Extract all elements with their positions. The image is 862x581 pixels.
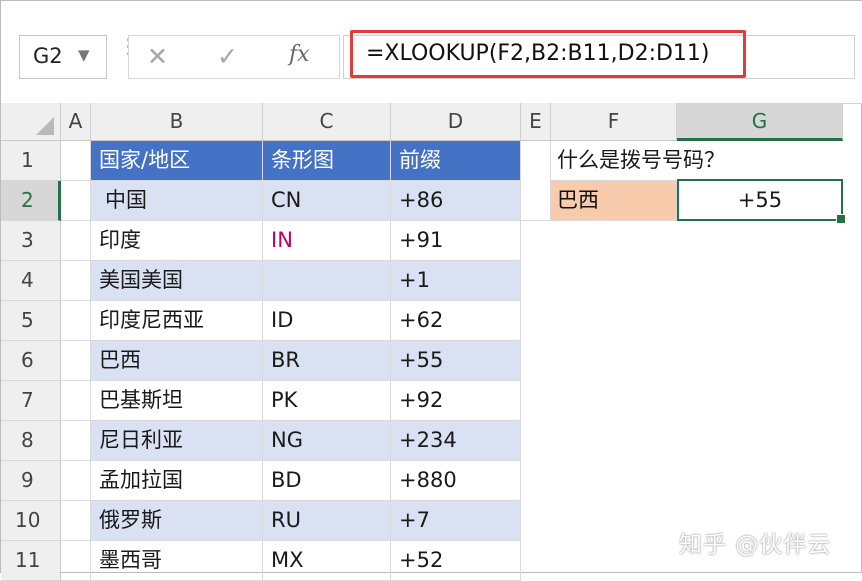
- column-header-d[interactable]: D: [391, 103, 521, 141]
- name-box[interactable]: G2 ▼: [19, 35, 107, 79]
- row-header-7[interactable]: 7: [1, 381, 61, 421]
- cell-a11[interactable]: [61, 541, 91, 581]
- table-cell-country[interactable]: 俄罗斯: [91, 501, 263, 541]
- column-header-a[interactable]: A: [61, 103, 91, 141]
- formula-buttons: ✕ ✓ fx: [128, 35, 340, 79]
- table-cell-code[interactable]: [263, 261, 391, 301]
- table-cell-country[interactable]: 中国: [91, 181, 263, 221]
- column-header-f[interactable]: F: [551, 103, 677, 141]
- table-cell-code[interactable]: IN: [263, 221, 391, 261]
- cell-e2[interactable]: [521, 181, 551, 221]
- row-header-3[interactable]: 3: [1, 221, 61, 261]
- table-cell-country[interactable]: 巴基斯坦: [91, 381, 263, 421]
- table-cell-country[interactable]: 孟加拉国: [91, 461, 263, 501]
- cell-e1[interactable]: [521, 141, 551, 181]
- row-header-2[interactable]: 2: [1, 181, 61, 221]
- select-all-corner[interactable]: [1, 103, 61, 141]
- column-header-e[interactable]: E: [521, 103, 551, 141]
- fill-handle[interactable]: [836, 214, 846, 224]
- table-cell-prefix[interactable]: +91: [391, 221, 521, 261]
- row-header-6[interactable]: 6: [1, 341, 61, 381]
- name-box-value: G2: [33, 44, 63, 68]
- lookup-result-cell[interactable]: +55: [677, 179, 843, 221]
- cell-a6[interactable]: [61, 341, 91, 381]
- cell-a2[interactable]: [61, 181, 91, 221]
- formula-highlight-box: [350, 30, 746, 78]
- chevron-down-icon[interactable]: ▼: [78, 46, 90, 64]
- cell-a9[interactable]: [61, 461, 91, 501]
- cell-a5[interactable]: [61, 301, 91, 341]
- table-cell-code[interactable]: RU: [263, 501, 391, 541]
- cell-a1[interactable]: [61, 141, 91, 181]
- enter-icon[interactable]: ✓: [217, 42, 238, 71]
- table-cell-country[interactable]: 印度: [91, 221, 263, 261]
- watermark-text: 知乎 @伙伴云: [679, 532, 832, 558]
- table-cell-country[interactable]: 印度尼西亚: [91, 301, 263, 341]
- lookup-input-cell[interactable]: 巴西: [551, 181, 677, 221]
- table-cell-prefix[interactable]: +880: [391, 461, 521, 501]
- cell-a3[interactable]: [61, 221, 91, 261]
- table-header-country[interactable]: 国家/地区: [91, 141, 263, 181]
- table-cell-country[interactable]: 巴西: [91, 341, 263, 381]
- table-cell-country[interactable]: 墨西哥: [91, 541, 263, 581]
- cell-a8[interactable]: [61, 421, 91, 461]
- cancel-icon[interactable]: ✕: [147, 42, 168, 71]
- formula-bar: G2 ▼ ⋮ ✕ ✓ fx =XLOOKUP(F2,B2:B11,D2:D11): [1, 1, 862, 104]
- column-header-b[interactable]: B: [91, 103, 263, 141]
- table-cell-code[interactable]: BD: [263, 461, 391, 501]
- table-cell-code[interactable]: ID: [263, 301, 391, 341]
- table-cell-country[interactable]: 尼日利亚: [91, 421, 263, 461]
- table-cell-code[interactable]: CN: [263, 181, 391, 221]
- table-cell-prefix[interactable]: +7: [391, 501, 521, 541]
- table-cell-code[interactable]: PK: [263, 381, 391, 421]
- table-header-code[interactable]: 条形图: [263, 141, 391, 181]
- row-header-4[interactable]: 4: [1, 261, 61, 301]
- column-header-c[interactable]: C: [263, 103, 391, 141]
- table-cell-prefix[interactable]: +52: [391, 541, 521, 581]
- table-cell-prefix[interactable]: +55: [391, 341, 521, 381]
- table-cell-prefix[interactable]: +86: [391, 181, 521, 221]
- row-header-9[interactable]: 9: [1, 461, 61, 501]
- table-cell-code[interactable]: BR: [263, 341, 391, 381]
- table-header-prefix[interactable]: 前缀: [391, 141, 521, 181]
- row-header-11[interactable]: 11: [1, 541, 61, 581]
- table-cell-code[interactable]: NG: [263, 421, 391, 461]
- table-cell-prefix[interactable]: +1: [391, 261, 521, 301]
- cell-a4[interactable]: [61, 261, 91, 301]
- table-cell-prefix[interactable]: +234: [391, 421, 521, 461]
- lookup-question[interactable]: 什么是拨号号码？: [551, 141, 843, 181]
- insert-function-icon[interactable]: fx: [289, 42, 310, 67]
- table-cell-prefix[interactable]: +92: [391, 381, 521, 421]
- row-header-8[interactable]: 8: [1, 421, 61, 461]
- table-cell-country[interactable]: 美国美国: [91, 261, 263, 301]
- row-header-1[interactable]: 1: [1, 141, 61, 181]
- column-header-g[interactable]: G: [677, 103, 843, 141]
- row-header-5[interactable]: 5: [1, 301, 61, 341]
- table-cell-code[interactable]: MX: [263, 541, 391, 581]
- row-header-10[interactable]: 10: [1, 501, 61, 541]
- cell-a7[interactable]: [61, 381, 91, 421]
- cell-a10[interactable]: [61, 501, 91, 541]
- table-cell-prefix[interactable]: +62: [391, 301, 521, 341]
- spreadsheet-window: G2 ▼ ⋮ ✕ ✓ fx =XLOOKUP(F2,B2:B11,D2:D11)…: [0, 0, 862, 581]
